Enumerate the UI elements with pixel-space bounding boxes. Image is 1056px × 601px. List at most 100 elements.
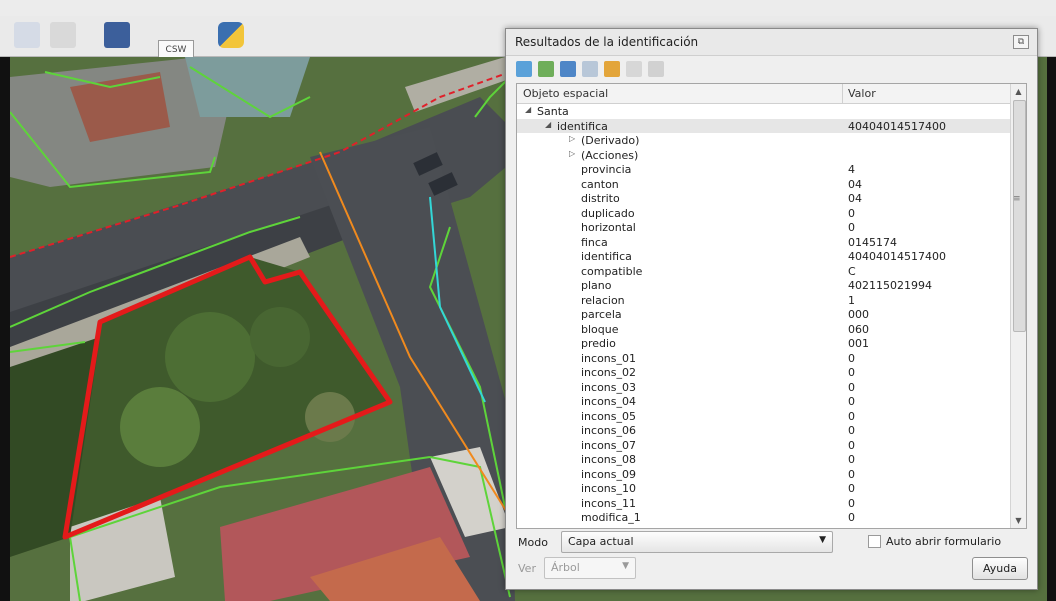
row-value: 0 [848,453,855,466]
attribute-row[interactable]: incons_07 0 [517,438,1010,453]
column-header-value[interactable]: Valor [848,87,876,100]
row-value: 402115021994 [848,279,932,292]
row-key: incons_09 [581,467,637,481]
row-key: incons_01 [581,351,637,365]
expand-arrow-icon[interactable]: ▷ [569,134,575,143]
row-key: modifica_2 [581,526,641,529]
scrollbar-thumb[interactable] [1013,100,1026,332]
dialog-title: Resultados de la identificación [515,35,699,49]
add-layer-icon[interactable] [14,22,40,48]
row-value: 0 [848,467,855,481]
row-key: horizontal [581,221,636,234]
row-key: canton [581,177,619,191]
attribute-row[interactable]: incons_11 0 [517,496,1010,511]
copy-feature-icon[interactable] [604,61,620,77]
auto-open-form-checkbox[interactable] [868,535,881,548]
expand-tree-icon[interactable] [516,61,532,77]
mode-select[interactable]: Capa actual ▼ [561,531,833,553]
chevron-down-icon: ▼ [819,535,826,545]
mode-select-value: Capa actual [568,535,634,548]
collapse-tree-icon[interactable] [538,61,554,77]
row-key: incons_10 [581,482,637,495]
row-value: 0 [848,409,855,423]
row-key: provincia [581,163,632,176]
attribute-row[interactable]: incons_09 0 [517,467,1010,482]
attribute-row[interactable]: incons_01 0 [517,351,1010,366]
tree-group-row[interactable]: ▷ (Derivado) [517,133,1010,148]
attribute-row[interactable]: provincia 4 [517,162,1010,177]
tree-group-row[interactable]: ▷ (Acciones) [517,148,1010,163]
attribute-row[interactable]: modifica_1 0 [517,510,1010,525]
attribute-row[interactable]: horizontal 0 [517,220,1010,235]
attribute-row[interactable]: modifica_2 0 [517,525,1010,529]
attribute-row[interactable]: distrito 04 [517,191,1010,206]
python-icon[interactable] [218,22,244,48]
results-tree[interactable]: Objeto espacial Valor ◢ Santa ◢ identifica 4… [516,83,1027,529]
row-value: 0 [848,496,855,510]
expand-arrow-icon[interactable]: ▷ [569,149,575,158]
attribute-row[interactable]: compatible C [517,264,1010,279]
attribute-row[interactable]: incons_03 0 [517,380,1010,395]
expand-new-results-icon[interactable] [560,61,576,77]
float-dock-icon[interactable]: ⧉ [1013,35,1029,49]
attribute-row[interactable]: incons_08 0 [517,452,1010,467]
row-value: 40404014517400 [848,250,946,263]
attribute-row[interactable]: bloque 060 [517,322,1010,337]
attribute-row[interactable]: identifica 40404014517400 [517,249,1010,264]
row-value: 0 [848,395,855,408]
scroll-down-icon[interactable]: ▼ [1011,513,1026,528]
attribute-row[interactable]: incons_04 0 [517,394,1010,409]
scroll-up-icon[interactable]: ▲ [1011,84,1026,99]
qgis-window: CSW Resultados de la identificación ⧉ Ob… [0,0,1056,601]
attribute-row[interactable]: plano 402115021994 [517,278,1010,293]
row-value: 0 [848,206,855,220]
row-key: parcela [581,308,622,321]
attribute-row[interactable]: relacion 1 [517,293,1010,308]
dialog-titlebar[interactable]: Resultados de la identificación ⧉ [506,29,1037,56]
attribute-row[interactable]: incons_10 0 [517,481,1010,496]
attribute-row[interactable]: incons_06 0 [517,423,1010,438]
row-key: Santa [537,105,569,118]
row-key: incons_05 [581,409,637,423]
view-select[interactable]: Árbol ▼ [544,557,636,579]
row-value: 0 [848,424,855,437]
row-value: 0 [848,438,855,452]
print-icon[interactable] [648,61,664,77]
tree-feature-row[interactable]: ◢ identifica 40404014517400 [517,118,1010,133]
row-value: 0 [848,511,855,524]
attribute-row[interactable]: canton 04 [517,177,1010,192]
row-value: 04 [848,177,862,191]
row-key: bloque [581,322,619,336]
row-key: incons_11 [581,496,637,510]
attribute-row[interactable]: incons_05 0 [517,409,1010,424]
add-text-layer-icon[interactable] [50,22,76,48]
tree-layer-row[interactable]: ◢ Santa [517,104,1010,119]
collapse-arrow-icon[interactable]: ◢ [525,105,531,114]
row-key: plano [581,279,612,292]
view-label: Ver [518,562,536,575]
row-key: compatible [581,264,643,278]
help-button[interactable]: Ayuda [972,557,1028,580]
attribute-row[interactable]: predio 001 [517,336,1010,351]
chevron-down-icon: ▼ [622,561,629,571]
row-value: 0145174 [848,235,897,249]
row-value: 0 [848,221,855,234]
column-header-feature[interactable]: Objeto espacial [523,87,608,100]
collapse-arrow-icon[interactable]: ◢ [545,120,551,129]
row-key: distrito [581,192,620,205]
attribute-row[interactable]: duplicado 0 [517,206,1010,221]
row-key: (Acciones) [581,148,639,162]
clear-results-icon[interactable] [582,61,598,77]
row-value: 0 [848,380,855,394]
row-key: incons_04 [581,395,637,408]
vertical-scrollbar[interactable]: ▲ ≡ ▼ [1010,84,1026,528]
attribute-row[interactable]: finca 0145174 [517,235,1010,250]
attribute-row[interactable]: incons_02 0 [517,365,1010,380]
settings-icon[interactable] [626,61,642,77]
row-value: 04 [848,192,862,205]
identify-results-dialog: Resultados de la identificación ⧉ Objeto… [505,28,1038,590]
attribute-row[interactable]: parcela 000 [517,307,1010,322]
database-icon[interactable] [104,22,130,48]
scroll-grip-icon: ≡ [1013,194,1021,204]
row-key: incons_08 [581,453,637,466]
